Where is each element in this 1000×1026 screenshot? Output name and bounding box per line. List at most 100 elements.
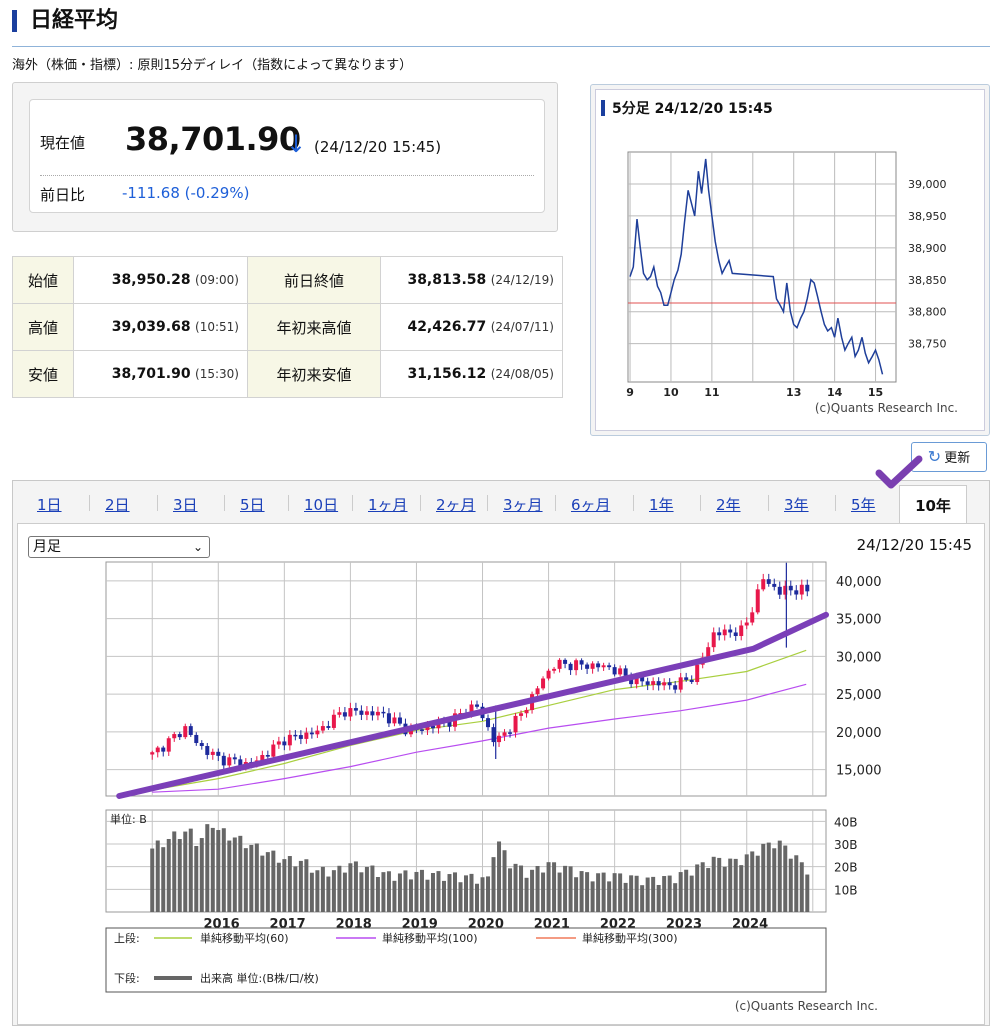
table-row: 高値 39,039.68 (10:51) 年初来高値 42,426.77 (24…	[12, 303, 563, 351]
volume-bar	[508, 868, 513, 912]
change-value: -111.68 (-0.29%)	[122, 184, 250, 202]
tab-2ヶ月[interactable]: 2ヶ月	[436, 494, 476, 515]
intraday-x-tick-label: 10	[663, 386, 679, 399]
candle-body	[568, 663, 573, 671]
intraday-panel: 39,000 38,950 38,900 38,850 38,800 38,750 9 10 1…	[590, 84, 990, 436]
stat-number: 38,701.90	[111, 366, 191, 382]
candle-body	[353, 708, 358, 711]
stat-label: 安値	[12, 350, 74, 398]
tab-separator	[352, 495, 353, 511]
volume-bar	[194, 846, 199, 912]
volume-bar	[397, 873, 402, 912]
volume-bar	[348, 863, 353, 912]
candle-body	[722, 629, 727, 636]
candle-body	[293, 734, 298, 737]
tab-10日[interactable]: 10日	[304, 494, 338, 515]
stat-value: 31,156.12 (24/08/05)	[380, 350, 563, 398]
candle-body	[161, 747, 166, 752]
table-row: 安値 38,701.90 (15:30) 年初来安値 31,156.12 (24…	[12, 350, 563, 398]
price-y-tick-label: 15,000	[836, 764, 882, 779]
volume-bar	[359, 872, 364, 912]
candle-body	[728, 629, 733, 633]
intraday-credit: (c)Quants Research Inc.	[815, 401, 958, 415]
refresh-icon: ↻	[927, 447, 942, 466]
stat-time: (24/08/05)	[490, 367, 554, 381]
candle-body	[216, 751, 221, 756]
candle-body	[805, 584, 810, 592]
tab-2日[interactable]: 2日	[105, 494, 130, 515]
tab-2年[interactable]: 2年	[716, 494, 741, 515]
volume-bar	[375, 877, 380, 912]
candle-body	[519, 713, 524, 716]
down-arrow-icon: ↓	[286, 130, 307, 158]
intraday-x-tick-label: 13	[786, 386, 801, 399]
chevron-down-icon: ⌄	[192, 540, 203, 554]
candle-body	[557, 659, 562, 669]
tab-3ヶ月[interactable]: 3ヶ月	[503, 494, 543, 515]
tab-1ヶ月[interactable]: 1ヶ月	[368, 494, 408, 515]
candle-body	[662, 682, 667, 686]
legend-ma100-label: 単純移動平均(100)	[382, 931, 478, 945]
candle-body	[601, 665, 606, 668]
legend-upper-label: 上段:	[114, 931, 140, 945]
stat-time: (24/12/19)	[490, 273, 554, 287]
volume-bar	[475, 883, 480, 912]
volume-bar	[464, 875, 468, 912]
volume-bar	[607, 881, 612, 912]
volume-y-tick-label: 40B	[834, 815, 858, 829]
tab-6ヶ月[interactable]: 6ヶ月	[571, 494, 611, 515]
volume-bar	[634, 875, 639, 912]
candle-body	[497, 735, 502, 743]
tab-1年[interactable]: 1年	[649, 494, 674, 515]
tab-1日[interactable]: 1日	[37, 494, 62, 515]
tab-5日[interactable]: 5日	[240, 494, 265, 515]
quote-divider	[40, 175, 534, 176]
volume-bar	[342, 872, 347, 912]
checkmark-icon	[875, 455, 923, 489]
period-tabs: 1日 2日 3日 5日 10日 1ヶ月 2ヶ月 3ヶ月 6ヶ月 1年 2年 3年 5年 10年	[13, 455, 989, 524]
candle-body	[535, 688, 540, 695]
tab-separator	[224, 495, 225, 511]
volume-bar	[436, 871, 441, 912]
intraday-x-tick-label: 15	[868, 386, 883, 399]
tab-3年[interactable]: 3年	[784, 494, 809, 515]
tab-separator	[633, 495, 634, 511]
period-select-value: 月足	[33, 539, 61, 555]
intraday-plot-frame	[627, 151, 897, 383]
candle-body	[221, 755, 226, 766]
candle-body	[772, 583, 777, 587]
volume-bar	[673, 883, 678, 912]
price-value: 38,701.90	[125, 120, 301, 158]
candle-body	[370, 711, 375, 716]
volume-bar	[623, 882, 628, 912]
price-label: 現在値	[40, 134, 86, 152]
candle-body	[194, 734, 199, 744]
price-y-tick-label: 25,000	[836, 688, 882, 703]
candle-body	[706, 647, 711, 658]
volume-bar	[788, 858, 793, 912]
volume-bar	[249, 844, 254, 912]
volume-bar	[772, 848, 777, 912]
period-select[interactable]: 月足 ⌄	[28, 536, 210, 558]
candle-body	[177, 734, 182, 738]
volume-bar	[689, 875, 694, 912]
volume-bar	[458, 882, 463, 912]
volume-bar	[552, 862, 557, 912]
volume-bar	[287, 856, 292, 912]
volume-bar	[750, 851, 755, 912]
tab-separator	[89, 495, 90, 511]
volume-bar	[662, 876, 667, 912]
stats-table: 始値 38,950.28 (09:00) 前日終値 38,813.58 (24/…	[12, 256, 563, 398]
volume-bar	[199, 838, 204, 912]
intraday-y-tick-label: 39,000	[908, 178, 947, 191]
candle-body	[199, 743, 204, 747]
stat-label: 前日終値	[247, 256, 381, 304]
intraday-chart-card: 39,000 38,950 38,900 38,850 38,800 38,750 9 10 1…	[595, 89, 985, 431]
tab-5年[interactable]: 5年	[851, 494, 876, 515]
candle-body	[337, 712, 342, 715]
tab-3日[interactable]: 3日	[173, 494, 198, 515]
intraday-x-tick-label: 9	[626, 386, 634, 399]
volume-bar	[579, 871, 584, 912]
candle-body	[766, 579, 771, 584]
volume-bar	[667, 875, 672, 912]
